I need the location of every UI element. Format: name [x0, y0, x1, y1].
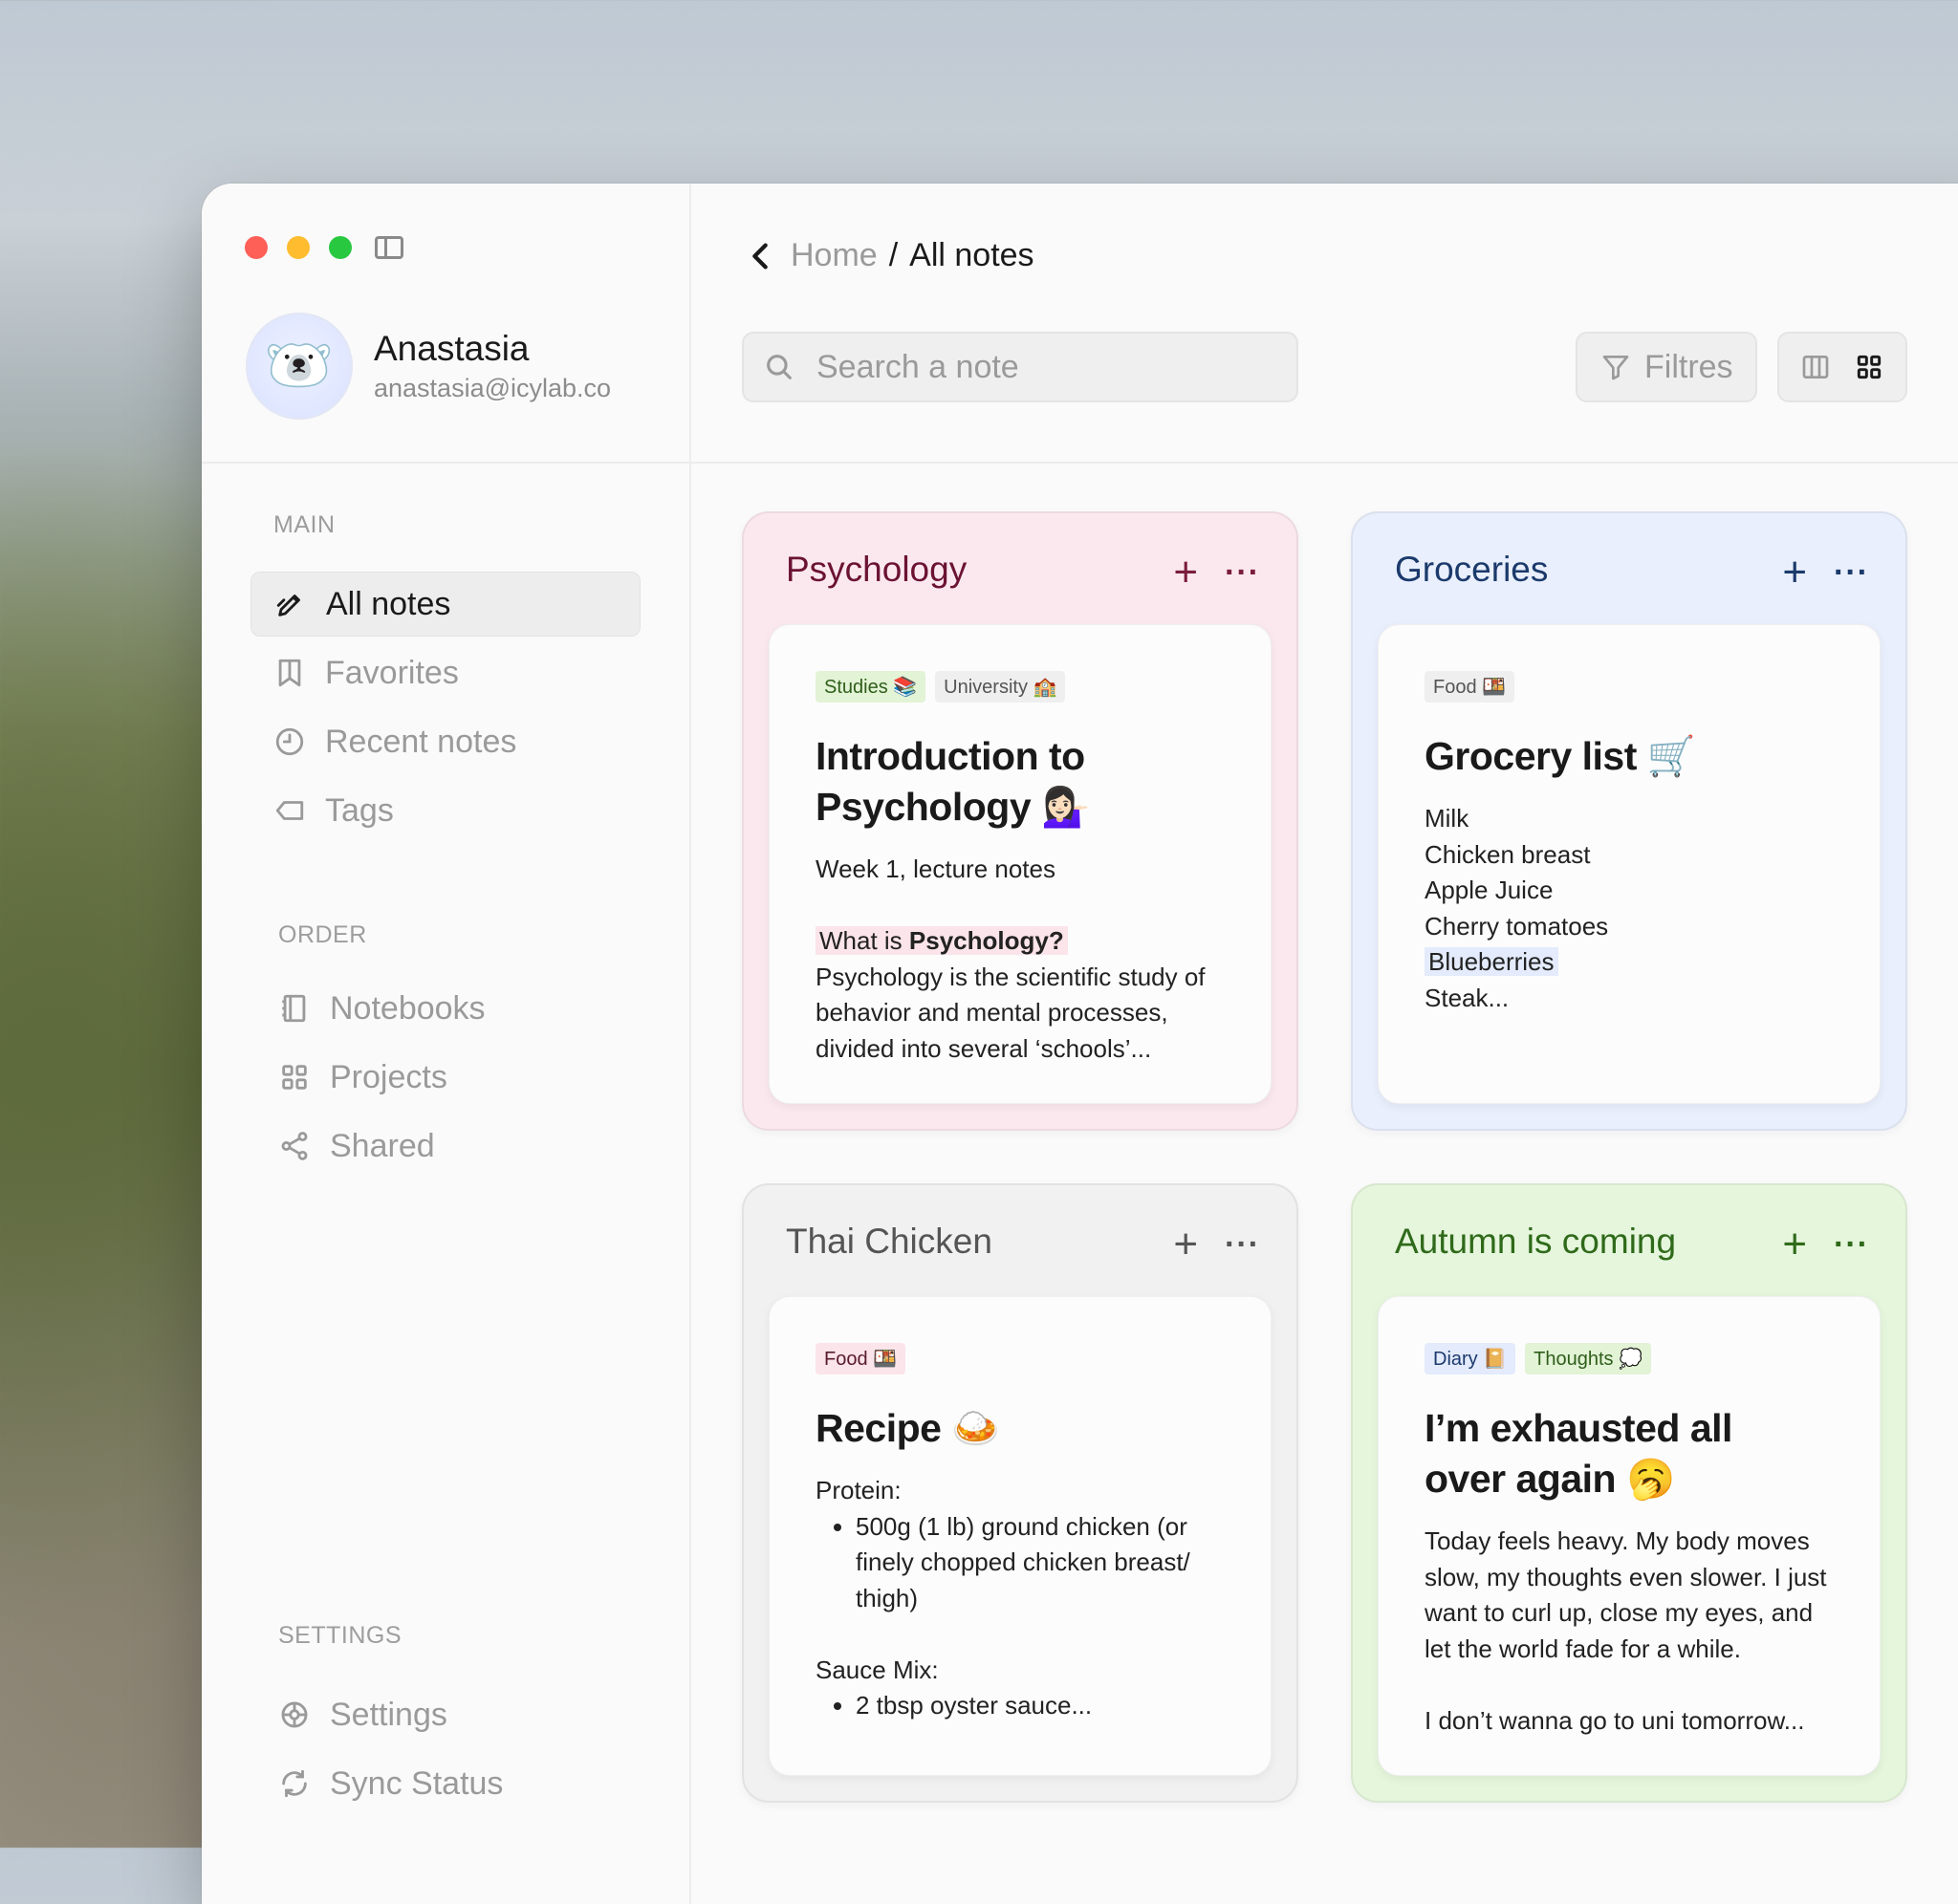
breadcrumb-home[interactable]: Home [791, 237, 878, 274]
user-profile[interactable]: 🐻‍❄️ Anastasia anastasia@icylab.co [246, 313, 611, 420]
note-title: Grocery list 🛒 [1425, 734, 1696, 778]
note-body: Today feels heavy. My body moves slow, m… [1425, 1526, 1827, 1735]
add-note-button[interactable]: + [1782, 552, 1807, 594]
sidebar-item-settings[interactable]: Settings [255, 1682, 645, 1747]
add-note-button[interactable]: + [1782, 1223, 1807, 1266]
profile-email: anastasia@icylab.co [374, 374, 612, 402]
sidebar-item-label: Notebooks [330, 989, 486, 1027]
more-options-button[interactable]: ··· [1834, 1228, 1869, 1261]
sidebar-item-notebooks[interactable]: Notebooks [255, 976, 645, 1041]
sidebar-item-label: Sync Status [330, 1764, 504, 1802]
profile-name: Anastasia [374, 329, 530, 368]
note-title: Recipe 🍛 [816, 1406, 1000, 1450]
sidebar-item-sync-status[interactable]: Sync Status [255, 1751, 645, 1816]
sidebar-item-all-notes[interactable]: All notes [250, 572, 641, 637]
pencil-icon [274, 588, 307, 620]
note-preview[interactable]: Food 🍱 Grocery list 🛒 Milk Chicken breas… [1378, 624, 1881, 1104]
sidebar-item-label: Tags [325, 791, 394, 829]
notebook-title: Thai Chicken [786, 1222, 992, 1261]
sidebar-divider [202, 462, 689, 464]
tag-badge[interactable]: Studies 📚 [816, 671, 926, 703]
sidebar-item-shared[interactable]: Shared [255, 1114, 645, 1179]
chevron-left-icon[interactable] [747, 240, 773, 272]
note-title: Introduction to Psychology 💁🏻‍♀️ [816, 734, 1090, 829]
sync-icon [278, 1767, 311, 1800]
filters-label: Filtres [1644, 348, 1733, 385]
grid-view-icon[interactable] [1854, 352, 1884, 382]
tag-badge[interactable]: University 🏫 [935, 671, 1066, 703]
zoom-window-button[interactable] [329, 236, 352, 259]
notebook-card-autumn[interactable]: Autumn is coming + ··· Diary 📔 Thoughts … [1351, 1183, 1907, 1803]
notebook-title: Psychology [786, 550, 968, 589]
note-preview[interactable]: Diary 📔 Thoughts 💭 I’m exhausted all ove… [1378, 1296, 1881, 1776]
add-note-button[interactable]: + [1173, 552, 1198, 594]
filters-button[interactable]: Filtres [1576, 332, 1757, 402]
notebook-card-thai-chicken[interactable]: Thai Chicken + ··· Food 🍱 Recipe 🍛 Prote… [742, 1183, 1298, 1803]
sidebar-item-label: Settings [330, 1696, 447, 1733]
sidebar-toggle-icon[interactable] [375, 236, 403, 259]
note-title: I’m exhausted all over again 🥱 [1425, 1406, 1732, 1501]
window-controls [245, 236, 403, 259]
more-options-button[interactable]: ··· [1834, 556, 1869, 589]
note-body: Week 1, lecture notes What is Psychology… [816, 855, 1206, 1063]
note-body: Protein: 500g (1 lb) ground chicken (or … [816, 1473, 1225, 1724]
sidebar-item-label: Projects [330, 1058, 447, 1095]
breadcrumb: Home / All notes [747, 237, 1034, 274]
sidebar-item-favorites[interactable]: Favorites [250, 640, 641, 705]
filter-icon [1602, 356, 1629, 380]
sidebar-item-recent-notes[interactable]: Recent notes [250, 709, 641, 774]
search-input[interactable] [815, 347, 1277, 387]
note-body: Milk Chicken breast Apple Juice Cherry t… [1425, 804, 1609, 1012]
section-label-order: ORDER [278, 921, 367, 948]
notebook-card-psychology[interactable]: Psychology + ··· Studies 📚 University 🏫 … [742, 511, 1298, 1131]
notebook-icon [278, 992, 311, 1025]
notebook-title: Autumn is coming [1395, 1222, 1677, 1261]
tag-badge[interactable]: Thoughts 💭 [1525, 1343, 1651, 1374]
clock-icon [273, 725, 306, 758]
header-divider [689, 462, 1958, 464]
share-icon [278, 1130, 311, 1162]
close-window-button[interactable] [245, 236, 268, 259]
more-options-button[interactable]: ··· [1225, 1228, 1260, 1261]
tag-badge[interactable]: Diary 📔 [1425, 1343, 1516, 1374]
search-bar[interactable] [742, 332, 1298, 402]
sidebar-item-projects[interactable]: Projects [255, 1045, 645, 1110]
section-label-settings: SETTINGS [278, 1622, 402, 1649]
tag-badge[interactable]: Food 🍱 [816, 1343, 906, 1374]
grid-icon [278, 1061, 311, 1093]
sidebar-item-tags[interactable]: Tags [250, 778, 641, 843]
sidebar-item-label: All notes [326, 585, 451, 622]
add-note-button[interactable]: + [1173, 1223, 1198, 1266]
tag-badge[interactable]: Food 🍱 [1425, 671, 1515, 703]
notebook-card-groceries[interactable]: Groceries + ··· Food 🍱 Grocery list 🛒 Mi… [1351, 511, 1907, 1131]
view-toggle [1777, 332, 1907, 402]
gear-icon [278, 1698, 311, 1731]
app-window: 🐻‍❄️ Anastasia anastasia@icylab.co MAIN … [202, 184, 1958, 1904]
note-preview[interactable]: Food 🍱 Recipe 🍛 Protein: 500g (1 lb) gro… [769, 1296, 1272, 1776]
breadcrumb-separator: / [888, 237, 899, 273]
tag-icon [273, 794, 306, 827]
section-label-main: MAIN [273, 511, 336, 538]
sidebar-item-label: Recent notes [325, 723, 517, 760]
note-preview[interactable]: Studies 📚 University 🏫 Introduction to P… [769, 624, 1272, 1104]
bookmark-icon [273, 657, 306, 689]
columns-view-icon[interactable] [1800, 352, 1831, 382]
sidebar: 🐻‍❄️ Anastasia anastasia@icylab.co MAIN … [202, 184, 691, 1904]
sidebar-item-label: Favorites [325, 654, 459, 691]
breadcrumb-current: All notes [909, 237, 1034, 273]
search-icon [767, 355, 792, 379]
avatar[interactable]: 🐻‍❄️ [246, 313, 353, 420]
sidebar-item-label: Shared [330, 1127, 435, 1164]
more-options-button[interactable]: ··· [1225, 556, 1260, 589]
notebook-title: Groceries [1395, 550, 1549, 589]
minimize-window-button[interactable] [287, 236, 310, 259]
